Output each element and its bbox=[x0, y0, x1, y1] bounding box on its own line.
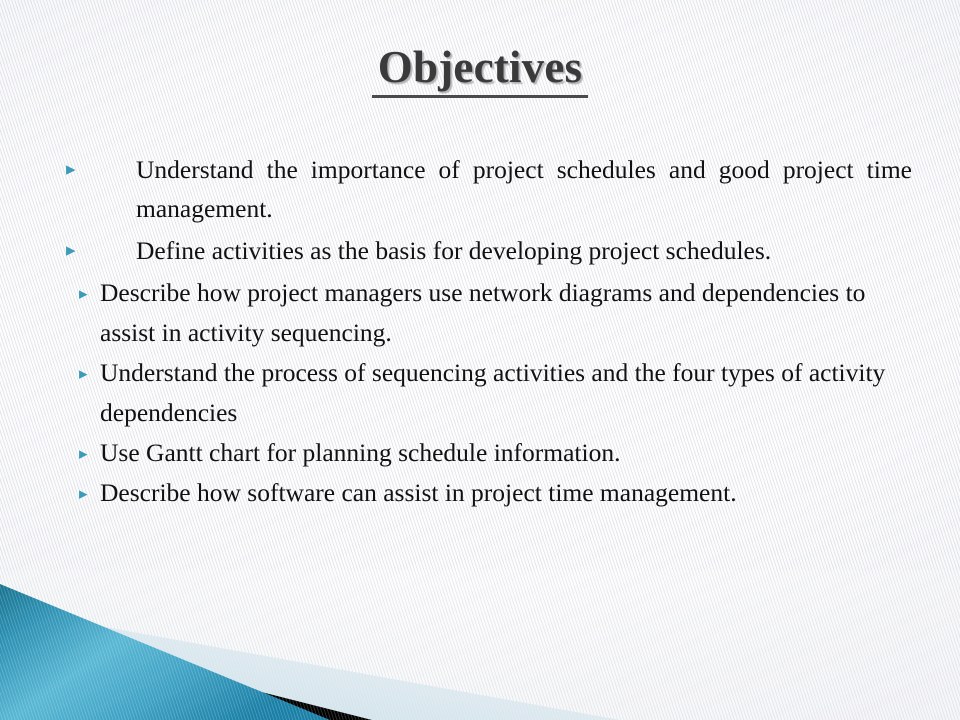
bullet-text: Use Gantt chart for planning schedule in… bbox=[100, 438, 621, 467]
triangle-right-icon: ▸ bbox=[79, 284, 88, 303]
bullet-item-6: ▸ Describe how software can assist in pr… bbox=[0, 473, 960, 513]
page-title: Objectives bbox=[371, 43, 589, 99]
bullet-text: Describe how project managers use networ… bbox=[100, 278, 866, 347]
slide-body-content: ▸ Understand the importance of project s… bbox=[0, 150, 960, 513]
triangle-right-icon: ▸ bbox=[66, 240, 76, 261]
bullet-text: Define activities as the basis for devel… bbox=[136, 236, 772, 265]
triangle-right-icon: ▸ bbox=[79, 364, 88, 383]
bullet-text: Understand the process of sequencing act… bbox=[100, 358, 886, 427]
triangle-right-icon: ▸ bbox=[66, 159, 76, 180]
bullet-item-4: ▸ Understand the process of sequencing a… bbox=[0, 353, 960, 433]
bullet-item-3: ▸ Describe how project managers use netw… bbox=[0, 273, 960, 353]
bullet-item-1: ▸ Understand the importance of project s… bbox=[0, 150, 960, 228]
bullet-item-2: ▸ Define activities as the basis for dev… bbox=[0, 231, 960, 270]
bullet-item-5: ▸ Use Gantt chart for planning schedule … bbox=[0, 433, 960, 473]
bottom-diagonal-decoration bbox=[0, 570, 960, 720]
presentation-slide: Objectives ▸ Understand the importance o… bbox=[0, 0, 960, 720]
bullet-text: Understand the importance of project sch… bbox=[136, 155, 912, 223]
bullet-text: Describe how software can assist in proj… bbox=[100, 478, 737, 507]
triangle-right-icon: ▸ bbox=[79, 484, 88, 503]
triangle-right-icon: ▸ bbox=[79, 444, 88, 463]
slide-title-area: Objectives bbox=[0, 43, 960, 99]
